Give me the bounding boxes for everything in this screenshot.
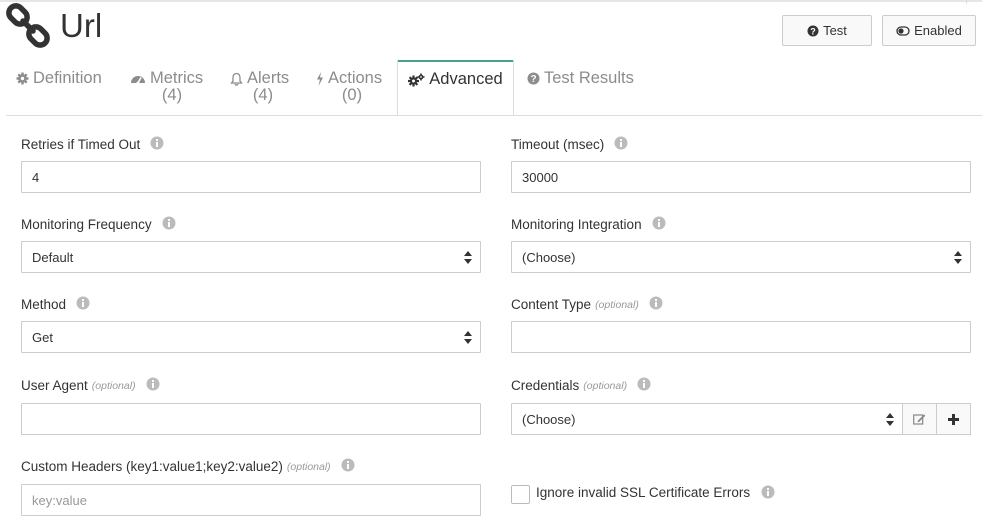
credentials-label-text: Credentials bbox=[511, 378, 580, 393]
optional-hint: (optional) bbox=[286, 460, 331, 473]
tab-metrics[interactable]: Metrics (4) bbox=[130, 60, 210, 115]
select-arrows-icon bbox=[464, 251, 472, 264]
tab-actions-count: (0) bbox=[341, 86, 363, 104]
question-circle-icon: ? bbox=[807, 25, 819, 36]
tab-definition[interactable]: Definition bbox=[16, 60, 112, 115]
optional-hint: (optional) bbox=[583, 379, 628, 392]
frequency-select-value: Default bbox=[32, 249, 74, 265]
method-select-value: Get bbox=[32, 329, 53, 345]
info-icon[interactable] bbox=[761, 485, 775, 499]
ignore-ssl-checkbox[interactable] bbox=[511, 485, 530, 504]
method-label: Method bbox=[21, 296, 90, 312]
test-button[interactable]: ? Test bbox=[782, 15, 872, 46]
info-icon[interactable] bbox=[146, 377, 160, 391]
info-icon[interactable] bbox=[649, 296, 663, 310]
tab-divider bbox=[6, 115, 982, 116]
tab-metrics-count: (4) bbox=[161, 86, 183, 104]
toggle-icon bbox=[896, 25, 910, 36]
info-icon[interactable] bbox=[637, 377, 651, 391]
tab-metrics-label: Metrics bbox=[150, 69, 204, 87]
gear-icon bbox=[16, 72, 29, 85]
tab-actions[interactable]: Actions (0) bbox=[316, 60, 388, 115]
tab-advanced-label: Advanced bbox=[429, 70, 503, 88]
top-border-tick bbox=[966, 0, 967, 4]
integration-label-text: Monitoring Integration bbox=[511, 217, 642, 232]
retries-label-text: Retries if Timed Out bbox=[21, 137, 141, 152]
select-arrows-icon bbox=[954, 251, 962, 264]
user-agent-label: User Agent (optional) bbox=[21, 377, 160, 393]
content-type-label-text: Content Type bbox=[511, 297, 592, 312]
test-button-label: Test bbox=[823, 23, 847, 38]
content-type-label: Content Type (optional) bbox=[511, 296, 663, 312]
tab-test-results[interactable]: ? Test Results bbox=[527, 60, 637, 115]
info-icon[interactable] bbox=[76, 296, 90, 310]
enabled-toggle-button[interactable]: Enabled bbox=[882, 15, 976, 46]
tab-alerts-label: Alerts bbox=[247, 69, 290, 87]
question-circle-icon: ? bbox=[527, 72, 540, 85]
custom-headers-input[interactable]: key:value bbox=[21, 484, 481, 516]
page-title: Url bbox=[60, 7, 103, 44]
edit-icon bbox=[913, 414, 926, 425]
timeout-label: Timeout (msec) bbox=[511, 136, 628, 152]
optional-hint: (optional) bbox=[91, 379, 136, 392]
frequency-label-text: Monitoring Frequency bbox=[21, 217, 152, 232]
retries-input[interactable]: 4 bbox=[21, 161, 481, 193]
ignore-ssl-label-text: Ignore invalid SSL Certificate Errors bbox=[536, 485, 751, 500]
select-arrows-icon bbox=[886, 413, 894, 426]
top-border bbox=[0, 0, 982, 2]
integration-label: Monitoring Integration bbox=[511, 216, 666, 232]
method-label-text: Method bbox=[21, 297, 67, 312]
info-icon[interactable] bbox=[150, 136, 164, 150]
info-icon[interactable] bbox=[614, 136, 628, 150]
link-icon bbox=[6, 3, 50, 48]
frequency-select[interactable]: Default bbox=[21, 241, 481, 273]
svg-text:?: ? bbox=[810, 26, 816, 36]
tab-test-results-label: Test Results bbox=[544, 69, 634, 87]
gears-icon bbox=[408, 73, 425, 86]
retries-label: Retries if Timed Out bbox=[21, 136, 164, 152]
bell-icon bbox=[230, 72, 243, 86]
user-agent-label-text: User Agent bbox=[21, 378, 88, 393]
timeout-input[interactable]: 30000 bbox=[511, 161, 971, 193]
enabled-button-label: Enabled bbox=[914, 23, 962, 38]
credentials-select[interactable]: (Choose) bbox=[511, 403, 903, 435]
integration-select-value: (Choose) bbox=[522, 249, 576, 265]
content-type-input[interactable] bbox=[511, 321, 971, 353]
tab-advanced[interactable]: Advanced bbox=[397, 60, 514, 116]
credentials-label: Credentials (optional) bbox=[511, 377, 651, 393]
select-arrows-icon bbox=[464, 331, 472, 344]
info-icon[interactable] bbox=[162, 216, 176, 230]
tab-actions-label: Actions bbox=[328, 69, 383, 87]
bolt-icon bbox=[317, 71, 323, 86]
user-agent-input[interactable] bbox=[21, 403, 481, 435]
method-select[interactable]: Get bbox=[21, 321, 481, 353]
credentials-select-value: (Choose) bbox=[522, 411, 576, 427]
custom-headers-label-text: Custom Headers (key1:value1;key2:value2) bbox=[21, 459, 283, 474]
svg-text:?: ? bbox=[530, 74, 536, 85]
integration-select[interactable]: (Choose) bbox=[511, 241, 971, 273]
ignore-ssl-label: Ignore invalid SSL Certificate Errors bbox=[536, 485, 775, 500]
dashboard-icon bbox=[131, 76, 145, 85]
timeout-label-text: Timeout (msec) bbox=[511, 137, 605, 152]
custom-headers-label: Custom Headers (key1:value1;key2:value2)… bbox=[21, 458, 355, 474]
plus-icon bbox=[948, 413, 959, 425]
tab-definition-label: Definition bbox=[33, 69, 102, 87]
tab-alerts[interactable]: Alerts (4) bbox=[230, 60, 296, 115]
info-icon[interactable] bbox=[652, 216, 666, 230]
optional-hint: (optional) bbox=[595, 298, 639, 311]
add-credentials-button[interactable] bbox=[936, 403, 971, 435]
edit-credentials-button[interactable] bbox=[902, 403, 937, 435]
frequency-label: Monitoring Frequency bbox=[21, 216, 176, 232]
tab-bar: Definition Metrics (4) Alerts (4) Action… bbox=[0, 60, 982, 116]
info-icon[interactable] bbox=[341, 458, 355, 472]
tab-alerts-count: (4) bbox=[252, 86, 274, 104]
